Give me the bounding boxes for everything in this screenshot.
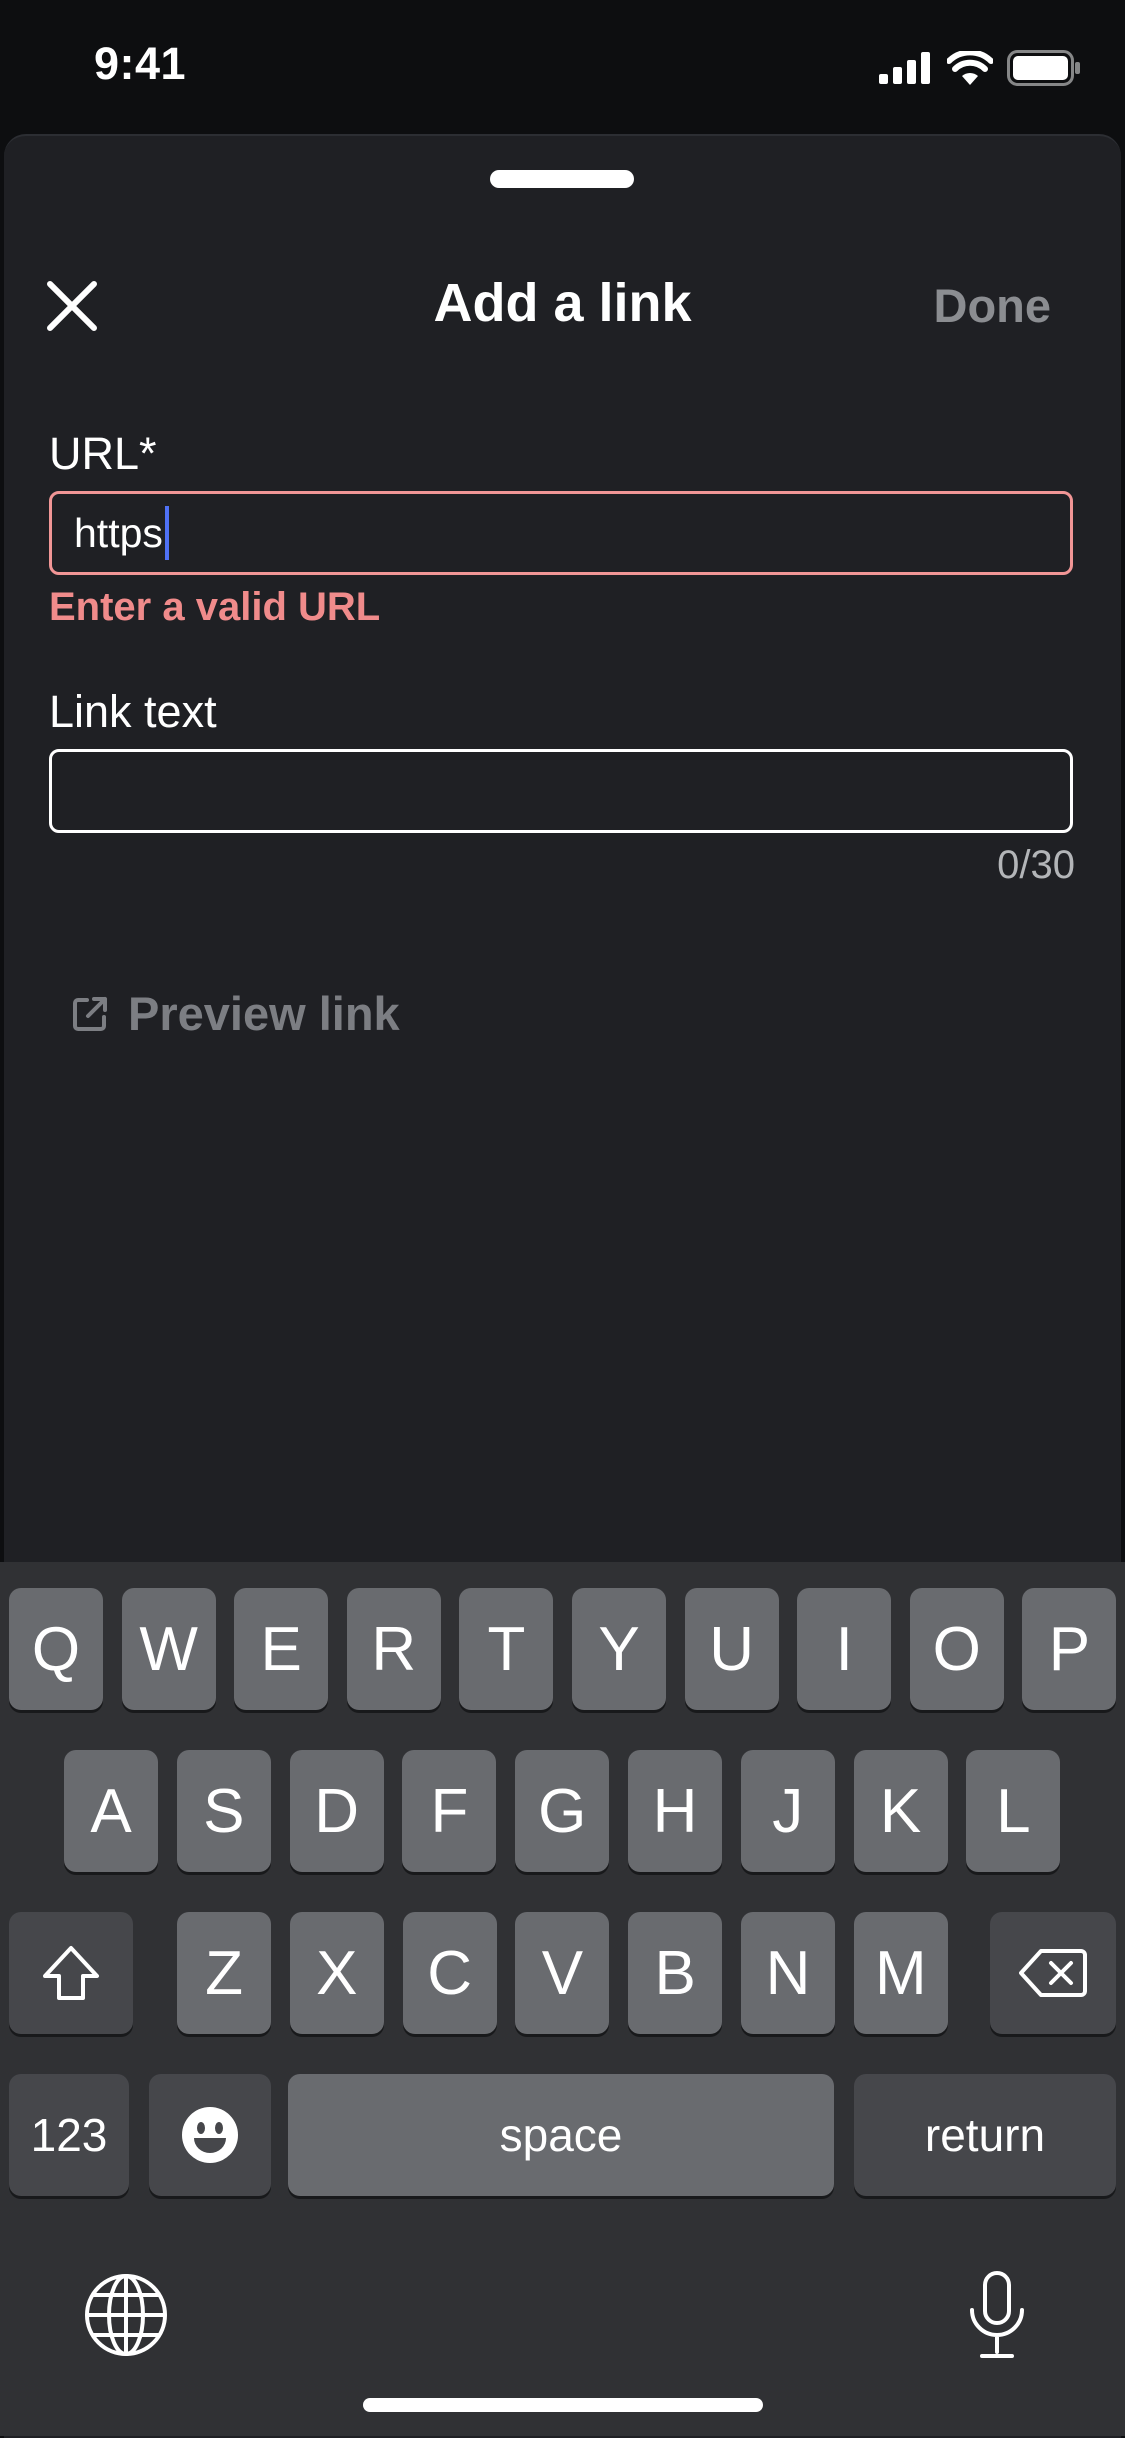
url-input-value: https (74, 509, 163, 556)
key-v[interactable]: V (515, 1912, 610, 2034)
key-i[interactable]: I (797, 1588, 892, 1710)
key-a[interactable]: A (64, 1750, 158, 1872)
key-n[interactable]: N (741, 1912, 835, 2034)
key-x[interactable]: X (289, 1912, 384, 2034)
key-y[interactable]: Y (572, 1588, 666, 1710)
link-text-input[interactable] (49, 749, 1073, 833)
key-p[interactable]: P (1022, 1588, 1117, 1710)
status-time: 9:41 (94, 38, 187, 89)
key-q[interactable]: Q (9, 1588, 103, 1710)
url-field-label: URL* (49, 428, 157, 479)
home-indicator (363, 2398, 763, 2412)
status-icons (879, 50, 1081, 86)
key-r[interactable]: R (346, 1588, 441, 1710)
external-link-icon (73, 996, 107, 1031)
key-d[interactable]: D (289, 1750, 384, 1872)
globe-button[interactable] (83, 2272, 169, 2363)
key-b[interactable]: B (628, 1912, 723, 2034)
battery-icon (1007, 50, 1080, 86)
key-h[interactable]: H (628, 1750, 722, 1872)
key-j[interactable]: J (740, 1750, 835, 1872)
space-key[interactable]: space (288, 2074, 834, 2196)
text-caret (164, 506, 169, 560)
key-l[interactable]: L (966, 1750, 1061, 1872)
key-m[interactable]: M (853, 1912, 948, 2034)
key-u[interactable]: U (684, 1588, 779, 1710)
key-c[interactable]: C (402, 1912, 497, 2034)
globe-icon (85, 2274, 167, 2356)
shift-icon (43, 1946, 99, 2000)
key-o[interactable]: O (909, 1588, 1004, 1710)
key-s[interactable]: S (176, 1750, 271, 1872)
key-e[interactable]: E (234, 1588, 329, 1710)
link-text-field-label: Link text (49, 686, 217, 737)
key-g[interactable]: G (515, 1750, 610, 1872)
delete-key[interactable] (990, 1912, 1116, 2034)
cellular-signal-icon (879, 52, 930, 84)
emoji-icon (182, 2107, 238, 2163)
key-k[interactable]: K (853, 1750, 948, 1872)
dictation-button[interactable] (966, 2270, 1028, 2365)
numbers-key[interactable]: 123 (9, 2074, 129, 2196)
emoji-key[interactable] (149, 2074, 271, 2196)
backspace-icon (1019, 1949, 1087, 1997)
key-f[interactable]: F (402, 1750, 497, 1872)
return-key[interactable]: return (854, 2074, 1116, 2196)
key-z[interactable]: Z (177, 1912, 271, 2034)
preview-link-button[interactable]: Preview link (70, 986, 400, 1041)
character-counter: 0/30 (997, 843, 1075, 887)
microphone-icon (970, 2271, 1024, 2358)
done-button[interactable]: Done (934, 278, 1052, 333)
sheet-grabber[interactable] (490, 170, 634, 188)
url-error-message: Enter a valid URL (49, 585, 381, 629)
url-input[interactable]: https (49, 491, 1073, 575)
key-w[interactable]: W (121, 1588, 216, 1710)
shift-key[interactable] (9, 1912, 133, 2034)
wifi-icon (947, 51, 993, 85)
key-t[interactable]: T (459, 1588, 554, 1710)
preview-link-label: Preview link (128, 987, 400, 1040)
